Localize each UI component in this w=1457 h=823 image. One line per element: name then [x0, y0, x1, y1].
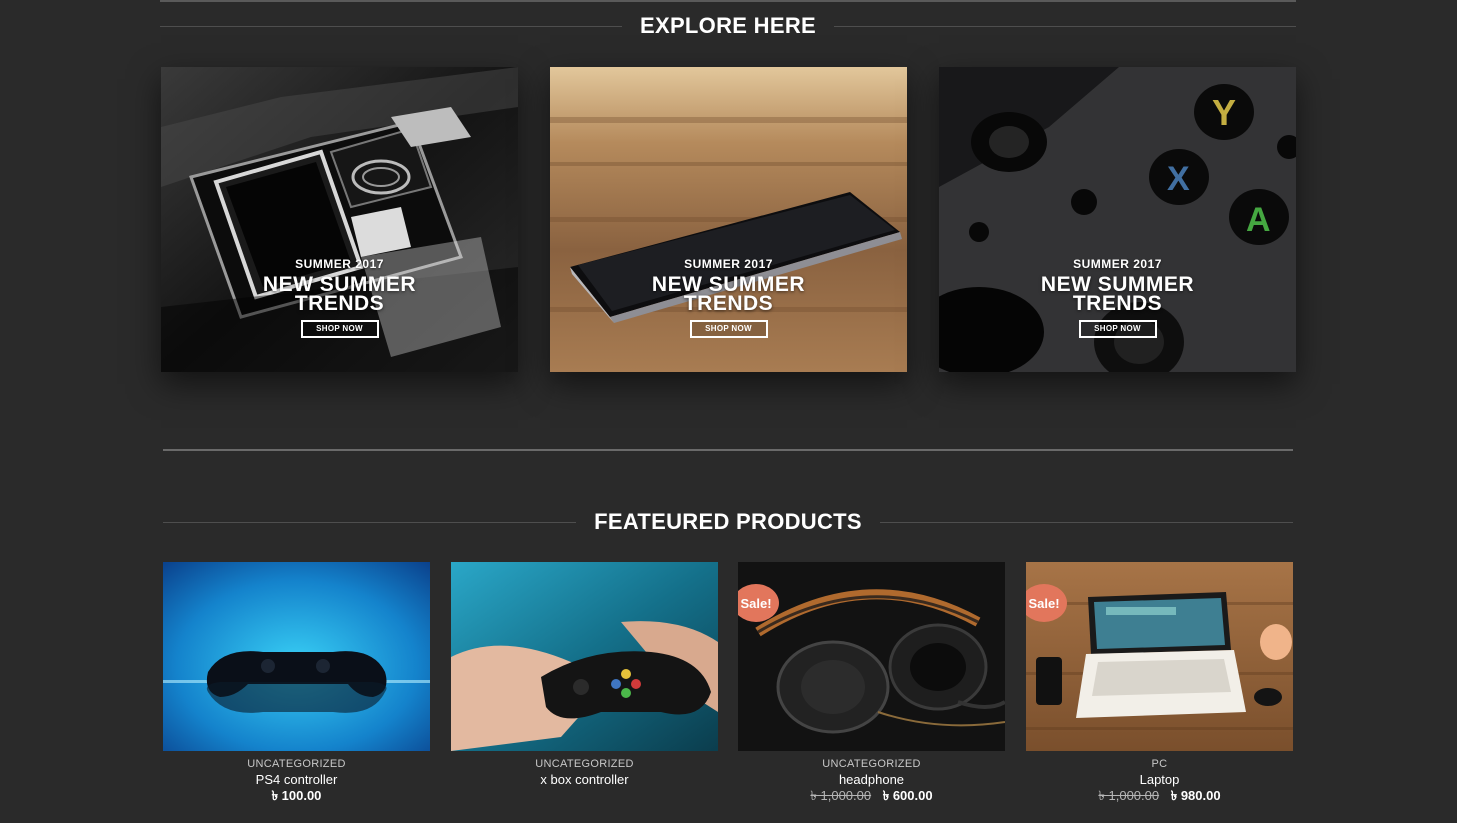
promo-overlay: SUMMER 2017 NEW SUMMER TRENDS SHOP NOW [550, 257, 907, 338]
ps4-controller-photo [163, 562, 430, 751]
product-name[interactable]: x box controller [451, 771, 718, 788]
product-price: ৳ 980.00 [1170, 788, 1221, 803]
top-divider [160, 0, 1296, 2]
product-image-link[interactable]: Sale! [738, 562, 1005, 751]
promo-headline: NEW SUMMER TRENDS [1040, 273, 1195, 315]
page: EXPLORE HERE SUMMER 2017 NEW SUMMER TREN… [0, 0, 1457, 823]
heading-line-left [163, 521, 577, 523]
headphones-photo [738, 562, 1005, 751]
promo-kicker: SUMMER 2017 [684, 257, 773, 271]
explore-heading-title: EXPLORE HERE [640, 13, 816, 38]
product-card-xbox-controller: UNCATEGORIZED x box controller [451, 562, 718, 788]
heading-line-left [160, 25, 623, 27]
product-image-link[interactable] [163, 562, 430, 751]
product-card-ps4-controller: UNCATEGORIZED PS4 controller ৳ 100.00 [163, 562, 430, 803]
product-card-laptop: Sale! PC Laptop ৳ 1,000.00 ৳ 980.00 [1026, 562, 1293, 803]
product-name[interactable]: headphone [738, 771, 1005, 788]
heading-line-right [834, 25, 1297, 27]
promo-kicker: SUMMER 2017 [1073, 257, 1162, 271]
shop-now-button[interactable]: SHOP NOW [1078, 320, 1157, 338]
product-category: PC [1151, 758, 1168, 770]
product-category: UNCATEGORIZED [822, 758, 921, 770]
product-price: ৳ 100.00 [271, 788, 322, 803]
promo-banner-1[interactable]: SUMMER 2017 NEW SUMMER TRENDS SHOP NOW [161, 67, 518, 372]
product-meta: UNCATEGORIZED headphone ৳ 1,000.00 ৳ 600… [738, 758, 1005, 803]
product-price-row: ৳ 1,000.00 ৳ 980.00 [1026, 788, 1293, 803]
section-divider [163, 449, 1293, 451]
product-category: UNCATEGORIZED [535, 758, 634, 770]
product-meta: UNCATEGORIZED x box controller [451, 758, 718, 788]
promo-banner-2[interactable]: SUMMER 2017 NEW SUMMER TRENDS SHOP NOW [550, 67, 907, 372]
xbox-controller-in-hands-photo [451, 562, 718, 751]
promo-kicker: SUMMER 2017 [295, 257, 384, 271]
promo-overlay: SUMMER 2017 NEW SUMMER TRENDS SHOP NOW [939, 257, 1296, 338]
product-meta: PC Laptop ৳ 1,000.00 ৳ 980.00 [1026, 758, 1293, 803]
product-card-headphone: Sale! UNCATEGORIZED headphone ৳ 1,000.00… [738, 562, 1005, 803]
shop-now-button[interactable]: SHOP NOW [689, 320, 768, 338]
product-image-link[interactable] [451, 562, 718, 751]
product-price-row: ৳ 100.00 [163, 788, 430, 803]
featured-section-heading: FEATEURED PRODUCTS [163, 507, 1293, 537]
product-category: UNCATEGORIZED [247, 758, 346, 770]
explore-section-heading: EXPLORE HERE [160, 11, 1297, 41]
product-name[interactable]: PS4 controller [163, 771, 430, 788]
product-name[interactable]: Laptop [1026, 771, 1293, 788]
product-meta: UNCATEGORIZED PS4 controller ৳ 100.00 [163, 758, 430, 803]
product-price: ৳ 600.00 [882, 788, 933, 803]
promo-banner-3[interactable]: Y X A SUMMER 2017 NEW SUMMER TRENDS SHOP… [939, 67, 1296, 372]
product-old-price: ৳ 1,000.00 [810, 788, 872, 803]
shop-now-button[interactable]: SHOP NOW [300, 320, 379, 338]
product-price-row: ৳ 1,000.00 ৳ 600.00 [738, 788, 1005, 803]
promo-overlay: SUMMER 2017 NEW SUMMER TRENDS SHOP NOW [161, 257, 518, 338]
heading-line-right [879, 521, 1293, 523]
promo-headline: NEW SUMMER TRENDS [651, 273, 806, 315]
promo-headline: NEW SUMMER TRENDS [262, 273, 417, 315]
featured-heading-title: FEATEURED PRODUCTS [594, 509, 862, 534]
product-image-link[interactable]: Sale! [1026, 562, 1293, 751]
laptop-on-desk-photo [1026, 562, 1293, 751]
product-old-price: ৳ 1,000.00 [1098, 788, 1160, 803]
